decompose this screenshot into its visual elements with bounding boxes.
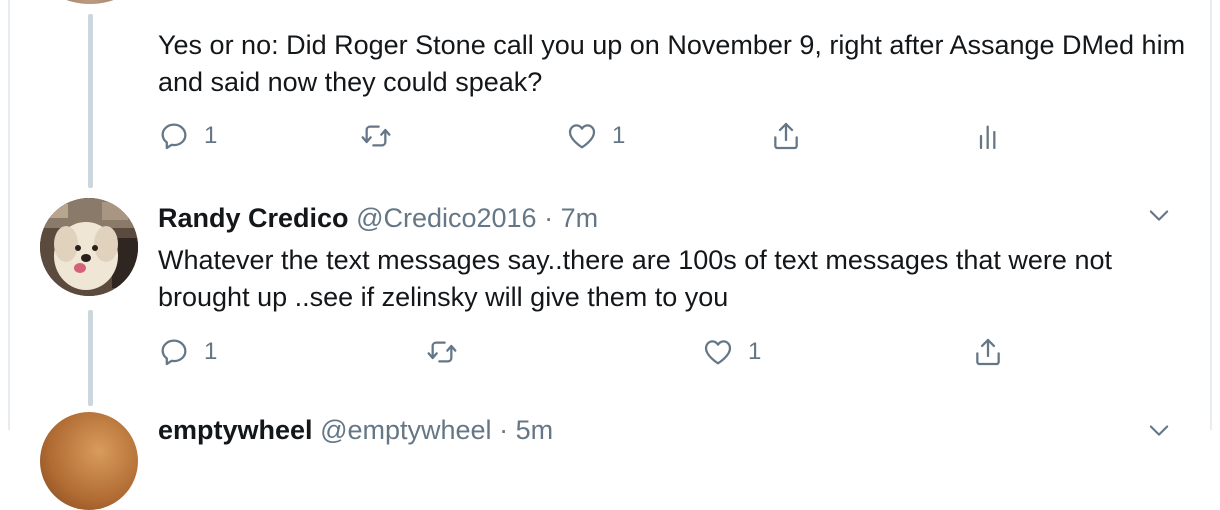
tweet-header: Randy Credico @Credico2016 · 7m <box>158 200 598 236</box>
avatar[interactable] <box>40 198 138 296</box>
timeline-border-right <box>1210 0 1212 430</box>
share-icon <box>976 338 1000 366</box>
tweet-text: Yes or no: Did Roger Stone call you up o… <box>158 30 1186 97</box>
retweet-icon <box>427 341 457 363</box>
tweet-menu-button[interactable] <box>1145 201 1173 229</box>
timestamp[interactable]: 7m <box>561 203 599 233</box>
tweet-actions: 1 1 <box>158 120 1058 160</box>
chevron-down-icon <box>1149 425 1169 436</box>
chevron-down-icon <box>1149 210 1169 221</box>
retweet-icon <box>361 125 391 147</box>
reply-icon <box>161 339 187 366</box>
tweet-text: Whatever the text messages say..there ar… <box>158 245 1112 312</box>
author-handle[interactable]: @emptywheel <box>320 415 491 445</box>
retweet-button[interactable] <box>426 336 458 368</box>
share-button[interactable] <box>972 336 1004 368</box>
author-name[interactable]: Randy Credico <box>158 203 349 233</box>
like-button[interactable]: 1 <box>702 336 761 368</box>
like-count: 1 <box>612 122 626 149</box>
thread-connector-line <box>88 310 93 406</box>
author-name[interactable]: emptywheel <box>158 415 313 445</box>
reply-count: 1 <box>204 122 218 149</box>
share-icon <box>774 122 798 150</box>
reply-button[interactable]: 1 <box>158 120 217 152</box>
tweet-actions: 1 1 <box>158 336 1058 376</box>
analytics-icon <box>979 125 996 150</box>
like-button[interactable]: 1 <box>566 120 625 152</box>
reply-count: 1 <box>204 338 218 365</box>
avatar[interactable] <box>40 0 140 4</box>
avatar[interactable] <box>40 412 138 510</box>
thread-connector-line <box>88 14 93 188</box>
share-button[interactable] <box>770 120 802 152</box>
timestamp[interactable]: 5m <box>516 415 554 445</box>
heart-icon <box>704 340 732 365</box>
reply-icon <box>161 123 187 150</box>
dog-avatar-image <box>40 198 138 296</box>
like-count: 1 <box>748 338 762 365</box>
tweet-menu-button[interactable] <box>1145 416 1173 444</box>
reply-button[interactable]: 1 <box>158 336 217 368</box>
timeline-border-left <box>8 0 10 430</box>
tweet-header: emptywheel @emptywheel · 5m <box>158 412 553 448</box>
author-handle[interactable]: @Credico2016 <box>356 203 537 233</box>
separator-dot: · <box>544 203 554 233</box>
separator-dot: · <box>499 415 509 445</box>
heart-icon <box>568 124 596 149</box>
analytics-button[interactable] <box>973 120 1005 152</box>
retweet-button[interactable] <box>360 120 392 152</box>
